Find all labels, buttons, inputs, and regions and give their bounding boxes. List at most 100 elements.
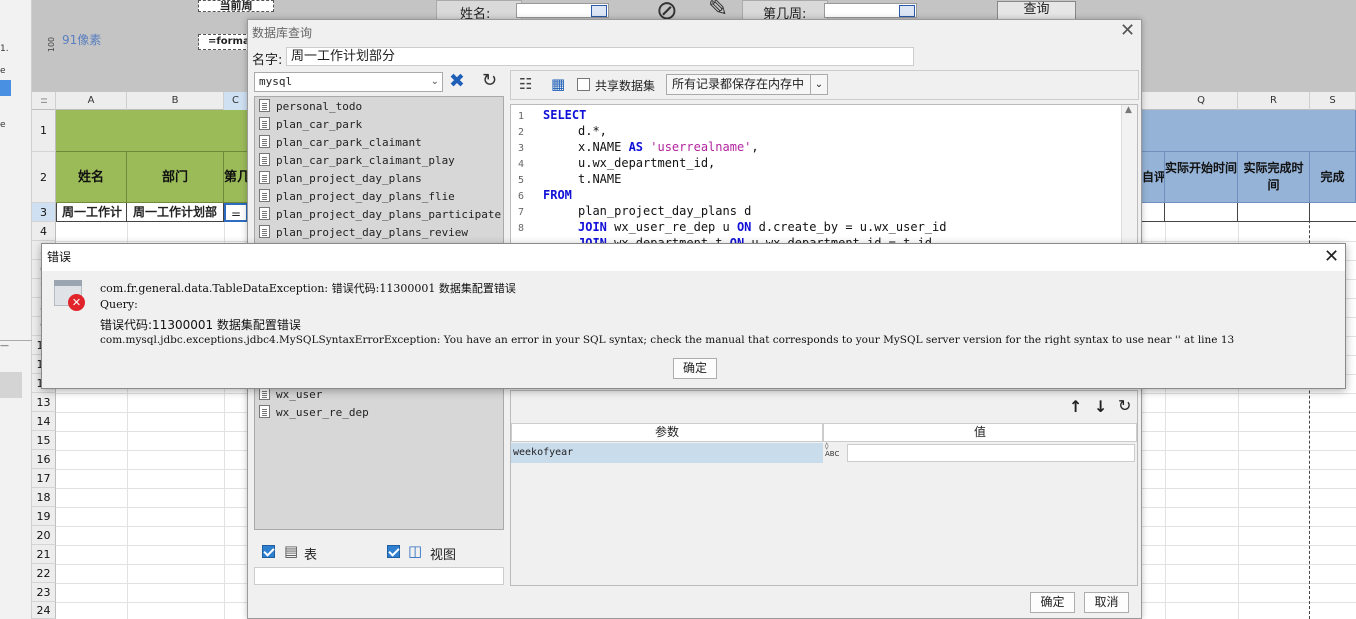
row-header[interactable]: 4 [32,222,56,241]
row-header[interactable]: 22 [32,564,56,583]
column-header-s[interactable]: S [1310,92,1356,110]
row-header[interactable]: 18 [32,488,56,507]
chevron-down-icon[interactable]: ⌄ [810,75,827,94]
refresh-icon[interactable]: ↻ [482,70,497,91]
table-item[interactable]: plan_car_park_claimant [259,134,422,152]
column-header-r[interactable]: R [1238,92,1310,110]
row-header[interactable]: 20 [32,526,56,545]
formula-label: =forma [208,36,250,47]
line-number: 6 [517,191,525,202]
table-name: plan_project_day_plans_participate [276,208,502,221]
row-header[interactable]: 2 [32,152,56,203]
table-item[interactable]: plan_project_day_plans_flie [259,188,455,206]
header-cell-actual-start[interactable]: 实际开始时间 [1165,152,1238,203]
table-item[interactable]: plan_project_day_plans [259,170,422,188]
row-header[interactable]: 19 [32,507,56,526]
row-header[interactable]: 17 [32,469,56,488]
row-header[interactable]: 23 [32,583,56,602]
datasource-select[interactable]: mysql ⌄ [254,72,443,92]
sql-toolbar: ☷ ▦ 共享数据集 所有记录都保存在内存中 ⌄ [510,70,1139,100]
header-cell-week[interactable]: 第几 [224,152,248,203]
view-filter-checkbox[interactable] [387,545,400,559]
param-type-icon[interactable]: ◊ ABC [825,442,839,458]
name-label: 名字: [252,53,283,68]
table-item[interactable]: personal_todo [259,98,362,116]
editor-scrollbar[interactable]: ▲ [1121,105,1137,243]
param-row-name[interactable]: weekofyear [511,443,823,463]
table-item[interactable]: plan_project_day_plans_participate [259,206,501,224]
cancel-button[interactable]: 取消 [1084,592,1129,613]
strip-tick: e [0,120,6,130]
checkbox-checked[interactable] [387,545,400,558]
cell-p3[interactable] [1142,203,1165,222]
save-icon[interactable]: ▦ [551,75,565,93]
error-ok-button[interactable]: 确定 [673,358,717,379]
title-merged-cell[interactable] [56,110,248,152]
header-cell-self-eval[interactable]: 自评 [1142,152,1165,203]
strip-selected-item[interactable] [0,372,22,398]
cell-r3[interactable] [1238,203,1310,222]
cell-a3[interactable]: 周一工作计 [56,203,127,222]
week-dropdown-icon[interactable] [899,5,915,17]
table-search-input[interactable] [254,567,504,585]
header-cell-name[interactable]: 姓名 [56,152,127,203]
column-header-c[interactable]: C [224,92,248,110]
view-filter-label: 视图 [430,548,457,563]
select-all-corner[interactable]: ::: [32,92,56,110]
row-header[interactable]: 13 [32,393,56,412]
line-number: 4 [517,159,525,170]
row-header[interactable]: 21 [32,545,56,564]
table-item[interactable]: plan_project_day_plans_review [259,224,468,242]
header-cell-finish[interactable]: 完成 [1310,152,1356,203]
title-merged-cell-right[interactable] [1142,110,1356,152]
checkbox-box[interactable] [577,78,590,91]
query-button[interactable]: 查询 [997,1,1076,20]
cell-q3[interactable] [1165,203,1238,222]
table-item[interactable]: plan_car_park [259,116,362,134]
name-dropdown-icon[interactable] [591,5,607,17]
error-message-line: Query: [100,298,138,311]
header-cell-dept[interactable]: 部门 [127,152,224,203]
cell-s3[interactable] [1310,203,1356,222]
close-icon[interactable]: ✕ [1120,22,1135,40]
header-cell-actual-end[interactable]: 实际完成时间 [1238,152,1310,203]
scroll-up-icon[interactable]: ▲ [1125,105,1132,115]
week-combo[interactable] [824,3,917,18]
column-header-q[interactable]: Q [1165,92,1238,110]
row-header[interactable]: 1 [32,110,56,152]
table-item[interactable]: wx_user_re_dep [259,404,369,422]
ruler-value: 100 [47,36,57,53]
table-item[interactable]: plan_car_park_claimant_play [259,152,455,170]
checkbox-checked[interactable] [262,545,275,558]
ok-button[interactable]: 确定 [1030,592,1075,613]
row-header[interactable]: 15 [32,431,56,450]
sql-editor[interactable]: 1 2 3 4 5 6 7 8 SELECT d.*, x.NAME AS 'u… [510,104,1138,244]
column-header-b[interactable]: B [127,92,224,110]
sql-line: JOIN wx_user_re_dep u ON d.create_by = u… [578,220,946,234]
name-combo[interactable] [516,3,609,18]
memory-mode-select[interactable]: 所有记录都保存在内存中 ⌄ [666,74,828,95]
table-icon [259,225,270,238]
column-header-a[interactable]: A [56,92,127,110]
close-icon[interactable]: ✕ [1324,248,1339,266]
row-header[interactable]: 3 [32,203,56,222]
current-week-widget[interactable]: 当前周 [198,0,274,12]
move-up-icon[interactable]: ↑ [1069,397,1082,416]
table-icon [259,153,270,166]
param-value-input[interactable] [847,444,1135,462]
cell-b3[interactable]: 周一工作计划部 [127,203,224,222]
strip-selection-marker[interactable] [0,80,11,96]
row-header[interactable]: 24 [32,602,56,619]
table-filter-checkbox[interactable] [262,545,275,559]
connection-settings-icon[interactable]: ✖ [449,70,465,92]
row-header[interactable]: 14 [32,412,56,431]
shared-dataset-checkbox[interactable] [577,78,590,92]
row-header[interactable]: 16 [32,450,56,469]
list-filter-panel: ▤ 表 ◫ 视图 [254,532,504,585]
move-down-icon[interactable]: ↓ [1094,397,1107,416]
dataset-name-input[interactable]: 周一工作计划部分 [286,47,914,66]
cell-c3-selected[interactable]: = [224,203,248,222]
chevron-down-icon[interactable]: ⌄ [431,73,439,91]
refresh-params-icon[interactable]: ↻ [1118,396,1131,415]
preview-icon[interactable]: ☷ [519,75,532,93]
